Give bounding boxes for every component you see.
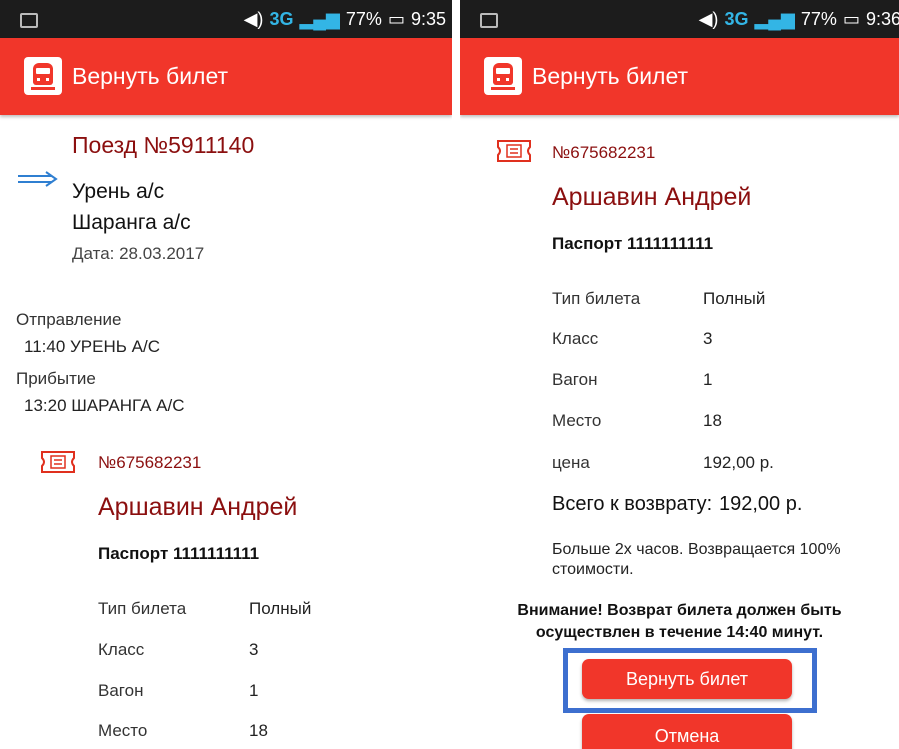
- refund-total-label: Всего к возврату:: [552, 493, 713, 515]
- ticket-type-label: Тип билета: [98, 599, 187, 618]
- train-icon[interactable]: [24, 57, 62, 95]
- price-value: 192,00 р.: [703, 453, 774, 472]
- seat-label: Место: [98, 721, 148, 740]
- route-from: Урень а/с: [72, 180, 165, 203]
- train-icon[interactable]: [484, 57, 522, 95]
- ticket-type-label: Тип билета: [552, 289, 641, 308]
- ticket-number: №675682231: [552, 143, 656, 162]
- cancel-button[interactable]: Отмена: [582, 714, 792, 749]
- return-ticket-button[interactable]: Вернуть билет: [582, 659, 792, 699]
- right-screen: ◀) 3G ▂▄▆ 77% ▭ 9:36 Вернуть билет №6756…: [460, 0, 899, 749]
- arrival-value: 13:20 ШАРАНГА А/С: [24, 396, 185, 415]
- car-value: 1: [249, 681, 259, 700]
- sound-icon: ◀): [698, 8, 719, 29]
- clock: 9:35: [410, 8, 446, 29]
- class-label: Класс: [98, 640, 145, 659]
- battery-icon: ▭: [387, 8, 405, 29]
- left-screen: ◀) 3G ▂▄▆ 77% ▭ 9:35 Вернуть билет Поезд…: [0, 0, 452, 749]
- car-label: Вагон: [98, 681, 144, 700]
- arrival-label: Прибытие: [16, 369, 96, 388]
- ticket-icon: [497, 140, 531, 162]
- ticket-icon: [41, 451, 75, 473]
- refund-note-line2: стоимости.: [552, 561, 634, 578]
- warning-line1: Внимание! Возврат билета должен быть: [517, 602, 842, 619]
- ticket-number: №675682231: [98, 453, 202, 472]
- route-arrow-icon: [18, 171, 58, 187]
- seat-value: 18: [703, 411, 722, 430]
- class-value: 3: [703, 329, 713, 348]
- passenger-name: Аршавин Андрей: [98, 493, 298, 521]
- refund-note-line1: Больше 2х часов. Возвращается 100%: [552, 541, 841, 558]
- battery-percent: 77%: [345, 8, 382, 29]
- ticket-type-value: Полный: [249, 599, 312, 618]
- app-bar: Вернуть билет: [460, 38, 899, 115]
- signal-icon: ▂▄▆: [299, 8, 340, 29]
- class-value: 3: [249, 640, 259, 659]
- car-label: Вагон: [552, 370, 598, 389]
- passport: Паспорт 1111111111: [552, 234, 714, 253]
- departure-label: Отправление: [16, 310, 122, 329]
- status-bar: ◀) 3G ▂▄▆ 77% ▭ 9:36: [460, 0, 899, 38]
- passenger-name: Аршавин Андрей: [552, 183, 752, 211]
- battery-icon: ▭: [842, 8, 860, 29]
- train-title: Поезд №5911140: [72, 132, 255, 158]
- seat-label: Место: [552, 411, 602, 430]
- trip-date: Дата: 28.03.2017: [72, 244, 205, 263]
- app-title: Вернуть билет: [532, 63, 689, 89]
- departure-value: 11:40 УРЕНЬ А/С: [24, 337, 160, 356]
- clock: 9:36: [865, 8, 899, 29]
- passport: Паспорт 1111111111: [98, 544, 260, 563]
- app-bar: Вернуть билет: [0, 38, 452, 115]
- warning-line2: осуществлен в течение 14:40 минут.: [535, 624, 824, 641]
- ticket-type-value: Полный: [703, 289, 766, 308]
- network-type: 3G: [724, 8, 749, 29]
- image-notification-icon: [480, 13, 498, 28]
- seat-value: 18: [249, 721, 268, 740]
- price-label: цена: [552, 453, 590, 472]
- image-notification-icon: [20, 13, 38, 28]
- battery-percent: 77%: [800, 8, 837, 29]
- network-type: 3G: [269, 8, 294, 29]
- sound-icon: ◀): [243, 8, 264, 29]
- car-value: 1: [703, 370, 713, 389]
- signal-icon: ▂▄▆: [754, 8, 795, 29]
- route-to: Шаранга а/с: [72, 211, 191, 234]
- status-bar: ◀) 3G ▂▄▆ 77% ▭ 9:35: [0, 0, 452, 38]
- class-label: Класс: [552, 329, 599, 348]
- app-title: Вернуть билет: [72, 63, 229, 89]
- refund-total-value: 192,00 р.: [719, 493, 803, 515]
